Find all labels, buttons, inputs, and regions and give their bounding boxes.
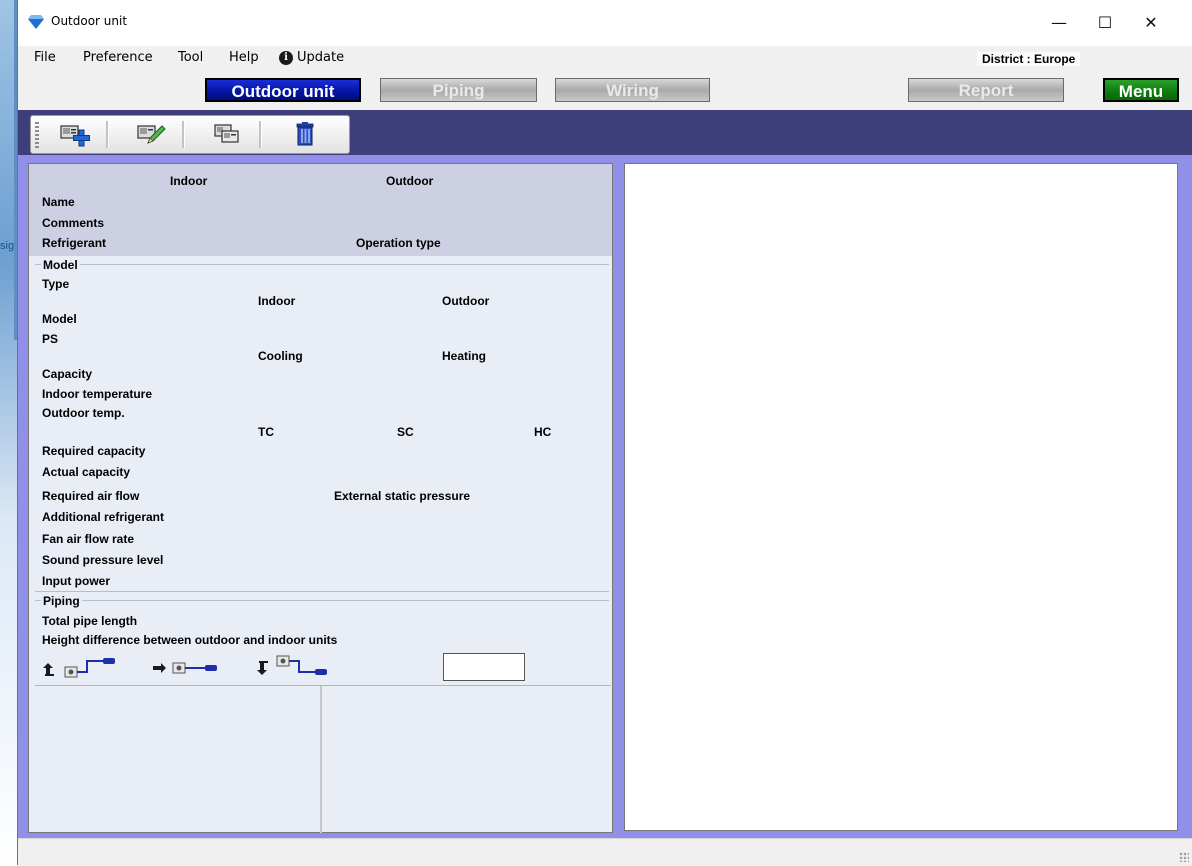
status-bar <box>18 838 1192 866</box>
outdoor-temp-label: Outdoor temp. <box>42 406 125 420</box>
trash-icon <box>296 122 314 146</box>
hc-heading: HC <box>534 425 552 439</box>
delete-unit-button[interactable] <box>288 120 322 148</box>
tab-piping[interactable]: Piping <box>380 78 537 102</box>
outdoor-above-icon[interactable] <box>43 653 135 679</box>
toolbar <box>30 115 350 154</box>
menu-button[interactable]: Menu <box>1103 78 1179 102</box>
menu-tool[interactable]: Tool <box>178 50 203 65</box>
district-label: District : Europe <box>977 52 1081 66</box>
tab-report[interactable]: Report <box>908 78 1064 102</box>
result-lists <box>35 685 611 833</box>
outdoor-heading: Outdoor <box>386 174 434 188</box>
menu-preference[interactable]: Preference <box>83 50 153 65</box>
model-indoor-heading: Indoor <box>258 294 296 308</box>
window-title: Outdoor unit <box>51 14 128 28</box>
actual-capacity-label: Actual capacity <box>42 465 131 479</box>
unit-details-panel: Indoor Outdoor Name Comments Refrigerant… <box>28 163 613 833</box>
piping-group-border <box>35 600 609 601</box>
indoor-temperature-label: Indoor temperature <box>42 387 153 401</box>
resize-grip[interactable] <box>1179 852 1189 862</box>
pipe-length-input[interactable] <box>443 653 525 681</box>
title-bar[interactable]: Outdoor unit — ☐ ✕ <box>18 0 1192 46</box>
operation-type-label: Operation type <box>356 236 441 250</box>
copy-unit-icon <box>214 124 239 143</box>
unit-preview-panel[interactable] <box>624 163 1178 831</box>
main-area: Indoor Outdoor Name Comments Refrigerant… <box>18 155 1192 838</box>
external-static-pressure-label: External static pressure <box>334 489 471 503</box>
additional-refrigerant-label: Additional refrigerant <box>42 510 165 524</box>
edit-unit-button[interactable] <box>134 120 168 148</box>
piping-group-label: Piping <box>41 594 82 608</box>
result-lists-divider[interactable] <box>320 686 322 833</box>
total-pipe-length-label: Total pipe length <box>42 614 138 628</box>
toolbar-separator <box>182 121 185 148</box>
toolbar-separator <box>106 121 109 148</box>
tab-wiring[interactable]: Wiring <box>555 78 710 102</box>
fan-air-flow-rate-label: Fan air flow rate <box>42 532 135 546</box>
menu-bar: File Preference Tool Help i Update Distr… <box>18 46 1192 72</box>
info-icon: i <box>279 50 293 65</box>
menu-update[interactable]: i Update <box>279 50 344 65</box>
heating-heading: Heating <box>442 349 487 363</box>
menu-help[interactable]: Help <box>229 50 259 65</box>
unit-header-section <box>29 164 612 256</box>
capacity-label: Capacity <box>42 367 93 381</box>
input-power-label: Input power <box>42 574 110 588</box>
copy-unit-button[interactable] <box>211 120 245 148</box>
outdoor-below-icon[interactable] <box>257 653 347 679</box>
menu-file[interactable]: File <box>34 50 56 65</box>
add-unit-button[interactable] <box>58 120 92 148</box>
toolbar-separator <box>259 121 262 148</box>
app-logo-icon <box>28 15 44 29</box>
minimize-button[interactable]: — <box>1036 0 1082 46</box>
refrigerant-label: Refrigerant <box>42 236 107 250</box>
add-unit-icon <box>60 125 90 147</box>
model-group-bottom-border <box>35 591 609 592</box>
model-outdoor-heading: Outdoor <box>442 294 490 308</box>
comments-label: Comments <box>42 216 105 230</box>
required-air-flow-label: Required air flow <box>42 489 140 503</box>
app-window: Outdoor unit — ☐ ✕ File Preference Tool … <box>17 0 1192 866</box>
same-level-icon[interactable] <box>153 653 233 679</box>
toolbar-band <box>18 110 1192 155</box>
model-group-border <box>35 264 609 265</box>
edit-unit-icon <box>137 125 166 144</box>
type-label: Type <box>42 277 70 291</box>
close-button[interactable]: ✕ <box>1128 0 1174 46</box>
background-text: sig <box>0 240 15 252</box>
indoor-heading: Indoor <box>170 174 208 188</box>
required-capacity-label: Required capacity <box>42 444 146 458</box>
tab-row: Outdoor unit Piping Wiring Report Menu <box>18 72 1192 110</box>
toolbar-grip[interactable] <box>35 122 39 148</box>
model-label: Model <box>42 312 77 326</box>
sound-pressure-level-label: Sound pressure level <box>42 553 164 567</box>
tc-heading: TC <box>258 425 274 439</box>
tab-outdoor-unit[interactable]: Outdoor unit <box>205 78 361 102</box>
height-difference-label: Height difference between outdoor and in… <box>42 633 338 647</box>
menu-update-label: Update <box>297 50 345 65</box>
ps-label: PS <box>42 332 59 346</box>
maximize-button[interactable]: ☐ <box>1082 0 1128 46</box>
desktop-background: sig <box>0 0 18 865</box>
sc-heading: SC <box>397 425 414 439</box>
cooling-heading: Cooling <box>258 349 303 363</box>
name-label: Name <box>42 195 75 209</box>
model-group-label: Model <box>41 258 80 272</box>
